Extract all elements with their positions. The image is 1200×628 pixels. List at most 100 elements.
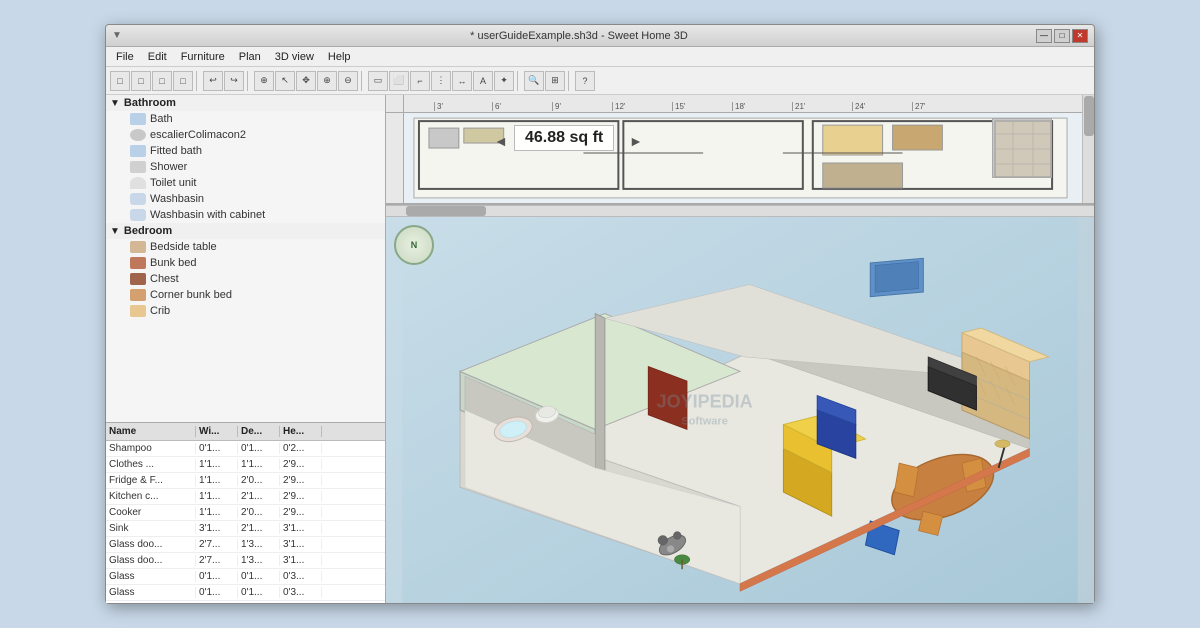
tb-open[interactable]: □ <box>131 71 151 91</box>
menu-edit[interactable]: Edit <box>142 49 173 65</box>
table-cell: 2'1... <box>238 491 280 502</box>
menu-bar: File Edit Furniture Plan 3D view Help <box>106 47 1094 67</box>
table-row[interactable]: Glass0'1...0'1...0'3... <box>106 601 385 603</box>
ruler-mark-18: 18' <box>732 102 745 111</box>
ruler-mark-12: 12' <box>612 102 625 111</box>
tree-item-cornerbunkbed[interactable]: Corner bunk bed <box>106 287 385 303</box>
plan-scrollbar-v[interactable] <box>1082 95 1094 203</box>
menu-furniture[interactable]: Furniture <box>175 49 231 65</box>
table-row[interactable]: Glass0'1...0'1...0'3... <box>106 585 385 601</box>
tb-pan[interactable]: ✥ <box>296 71 316 91</box>
tb-add-furniture[interactable]: ⊕ <box>254 71 274 91</box>
floorplan-3d-svg <box>386 217 1094 603</box>
tree-item-toilet[interactable]: Toilet unit <box>106 175 385 191</box>
tree-item-shower[interactable]: Shower <box>106 159 385 175</box>
table-body[interactable]: Shampoo0'1...0'1...0'2...Clothes ...1'1.… <box>106 441 385 603</box>
table-row[interactable]: Glass doo...2'7...1'3...3'1... <box>106 553 385 569</box>
tb-stair[interactable]: ⋮ <box>431 71 451 91</box>
tb-room[interactable]: ⬜ <box>389 71 409 91</box>
toolbar-sep4 <box>517 71 521 91</box>
close-button[interactable]: ✕ <box>1072 29 1088 43</box>
tree-item-crib[interactable]: Crib <box>106 303 385 319</box>
right-panel: 3' 6' 9' 12' 15' 18' 21' 24' 27' <box>386 95 1094 603</box>
table-cell: 0'1... <box>196 571 238 582</box>
tb-help[interactable]: ? <box>575 71 595 91</box>
tree-item-chest[interactable]: Chest <box>106 271 385 287</box>
ruler-corner <box>386 95 404 113</box>
plan-scrollbar-h[interactable] <box>386 205 1094 217</box>
furniture-tree: ▼ Bathroom Bath escalierColimacon2 Fitte… <box>106 95 385 423</box>
scrollbar-thumb-h[interactable] <box>406 206 486 216</box>
tb-new[interactable]: □ <box>110 71 130 91</box>
toolbar-sep1 <box>196 71 200 91</box>
tb-save[interactable]: □ <box>152 71 172 91</box>
tree-item-fittedbath[interactable]: Fitted bath <box>106 143 385 159</box>
ruler-mark-9: 9' <box>552 102 561 111</box>
category-bathroom[interactable]: ▼ Bathroom <box>106 95 385 111</box>
plan-area[interactable]: 46.88 sq ft ◄ ► <box>404 113 1082 203</box>
tb-undo[interactable]: ↩ <box>203 71 223 91</box>
table-cell: 2'9... <box>280 491 322 502</box>
tb-dimension[interactable]: ↔ <box>452 71 472 91</box>
table-cell: 2'9... <box>280 507 322 518</box>
tb-select[interactable]: ↖ <box>275 71 295 91</box>
table-cell: 0'1... <box>196 443 238 454</box>
tb-zoom-out[interactable]: ⊖ <box>338 71 358 91</box>
col-header-width: Wi... <box>196 426 238 437</box>
col-header-depth: De... <box>238 426 280 437</box>
fittedbath-icon <box>130 145 146 157</box>
tree-item-washbasin[interactable]: Washbasin <box>106 191 385 207</box>
table-row[interactable]: Cooker1'1...2'0...2'9... <box>106 505 385 521</box>
tb-zoom-in[interactable]: ⊕ <box>317 71 337 91</box>
table-row[interactable]: Glass doo...2'7...1'3...3'1... <box>106 537 385 553</box>
tb-wall[interactable]: ▭ <box>368 71 388 91</box>
measure-arrow-left: ◄ <box>494 133 508 149</box>
menu-3dview[interactable]: 3D view <box>269 49 320 65</box>
toolbar: □ □ □ □ ↩ ↪ ⊕ ↖ ✥ ⊕ ⊖ ▭ ⬜ ⌐ ⋮ ↔ A ✦ 🔍 ⊞ … <box>106 67 1094 95</box>
minimize-button[interactable]: — <box>1036 29 1052 43</box>
furniture-table: Name Wi... De... He... Shampoo0'1...0'1.… <box>106 423 385 603</box>
tree-item-washbasincabinet[interactable]: Washbasin with cabinet <box>106 207 385 223</box>
scrollbar-thumb-v[interactable] <box>1084 96 1094 136</box>
table-cell: 0'1... <box>238 587 280 598</box>
window-title: * userGuideExample.sh3d - Sweet Home 3D <box>122 30 1036 42</box>
menu-help[interactable]: Help <box>322 49 357 65</box>
menu-plan[interactable]: Plan <box>233 49 267 65</box>
table-cell: Glass doo... <box>106 555 196 566</box>
tb-print[interactable]: □ <box>173 71 193 91</box>
table-cell: 2'0... <box>238 507 280 518</box>
washbasin-icon <box>130 193 146 205</box>
tree-item-bath[interactable]: Bath <box>106 111 385 127</box>
bunkbed-icon <box>130 257 146 269</box>
tree-item-escalier[interactable]: escalierColimacon2 <box>106 127 385 143</box>
table-cell: 2'7... <box>196 555 238 566</box>
table-row[interactable]: Kitchen c...1'1...2'1...2'9... <box>106 489 385 505</box>
maximize-button[interactable]: □ <box>1054 29 1070 43</box>
table-row[interactable]: Shampoo0'1...0'1...0'2... <box>106 441 385 457</box>
tb-door[interactable]: ⌐ <box>410 71 430 91</box>
cabinet-topview <box>992 118 1052 178</box>
table-row[interactable]: Glass0'1...0'1...0'3... <box>106 569 385 585</box>
table-cell: 0'1... <box>238 571 280 582</box>
menu-file[interactable]: File <box>110 49 140 65</box>
tb-label[interactable]: A <box>473 71 493 91</box>
ruler-mark-24: 24' <box>852 102 865 111</box>
category-bedroom[interactable]: ▼ Bedroom <box>106 223 385 239</box>
table-cell: Sink <box>106 523 196 534</box>
window-controls: — □ ✕ <box>1036 29 1088 43</box>
left-panel: ▼ Bathroom Bath escalierColimacon2 Fitte… <box>106 95 386 603</box>
table-cell: 0'1... <box>238 443 280 454</box>
crib-icon <box>130 305 146 317</box>
toolbar-sep3 <box>361 71 365 91</box>
tb-compass[interactable]: ✦ <box>494 71 514 91</box>
tb-zoom-mag[interactable]: 🔍 <box>524 71 544 91</box>
tb-zoom-fit[interactable]: ⊞ <box>545 71 565 91</box>
tb-redo[interactable]: ↪ <box>224 71 244 91</box>
table-row[interactable]: Clothes ...1'1...1'1...2'9... <box>106 457 385 473</box>
tree-item-bunkbed[interactable]: Bunk bed <box>106 255 385 271</box>
cornerbunkbed-icon <box>130 289 146 301</box>
table-row[interactable]: Fridge & F...1'1...2'0...2'9... <box>106 473 385 489</box>
table-row[interactable]: Sink3'1...2'1...3'1... <box>106 521 385 537</box>
tree-scroll[interactable]: ▼ Bathroom Bath escalierColimacon2 Fitte… <box>106 95 385 404</box>
tree-item-bedside[interactable]: Bedside table <box>106 239 385 255</box>
